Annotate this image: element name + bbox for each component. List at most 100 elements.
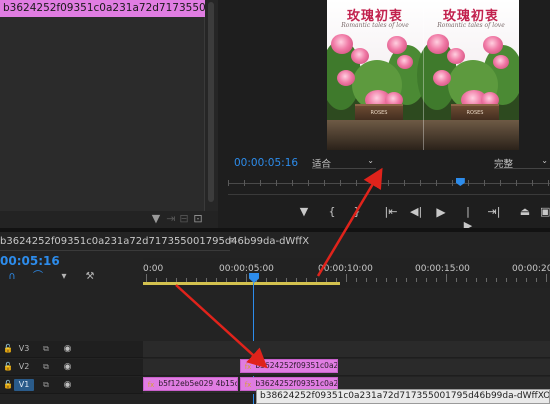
fit-select[interactable]: 适合 ⌄	[312, 156, 376, 170]
mark-out-icon[interactable]: }	[352, 205, 362, 219]
quality-select-value: 完整	[494, 159, 514, 170]
timeline-tick	[426, 278, 427, 282]
timeline-tick	[486, 278, 487, 282]
ruler-tick	[244, 180, 245, 186]
ruler-tick	[436, 180, 437, 186]
timeline-timecode[interactable]: 00:05:16	[0, 254, 60, 268]
fx-icon: fx	[244, 363, 252, 371]
sync-lock-icon[interactable]: ⧉	[42, 362, 50, 372]
ruler-tick	[372, 180, 373, 186]
quality-select[interactable]: 完整 ⌄	[494, 156, 550, 170]
sequence-tab[interactable]: b3624252f09351c0a231a72d717355001795d46b…	[0, 236, 309, 247]
automate-icon[interactable]: ⇥	[165, 213, 177, 225]
ruler-tick	[516, 180, 517, 186]
play-icon[interactable]: ▶	[435, 205, 447, 219]
fit-select-value: 适合	[312, 159, 332, 170]
timeline-tick	[356, 278, 357, 282]
monitor-ruler[interactable]	[228, 178, 550, 188]
new-item-icon[interactable]: ⊡	[192, 213, 204, 225]
mark-in-icon[interactable]: {	[327, 205, 337, 219]
timeline-tick	[506, 278, 507, 282]
timeline-tick	[466, 278, 467, 282]
sequence-tab-underline	[0, 250, 230, 251]
timeline-tick	[396, 278, 397, 282]
eye-icon[interactable]: ◉	[62, 344, 73, 354]
sync-lock-icon[interactable]: ⧉	[42, 380, 50, 390]
chevron-down-icon: ⌄	[367, 156, 374, 165]
go-to-in-icon[interactable]: |⇤	[384, 205, 398, 219]
timeline-tick	[476, 278, 477, 282]
ruler-tick	[404, 180, 405, 186]
track-name[interactable]: V3	[14, 343, 34, 355]
track-name[interactable]: V2	[14, 361, 34, 373]
nest-toggle-icon[interactable]: ∩	[6, 271, 18, 283]
clip-v1-left[interactable]: fx b5f12eb5e029 4b15c883	[143, 377, 238, 391]
timeline-tick	[246, 274, 247, 282]
ruler-tick	[324, 180, 325, 186]
snap-icon[interactable]: ⌒	[32, 271, 44, 283]
ruler-tick	[532, 180, 533, 186]
monitor-timecode[interactable]: 00:00:05:16	[234, 157, 298, 169]
export-frame-icon[interactable]: ▣	[540, 205, 550, 219]
timeline-tick	[456, 278, 457, 282]
ruler-tick	[308, 180, 309, 186]
eye-icon[interactable]: ◉	[62, 380, 73, 390]
chevron-down-icon: ⌄	[541, 156, 548, 165]
track-header-v1[interactable]: 🔓 V1 ⧉ ◉	[0, 377, 143, 394]
track-name[interactable]: V1	[14, 379, 34, 391]
project-clip-item[interactable]: b3624252f09351c0a231a72d717355001795d46b…	[0, 0, 205, 17]
ruler-tick	[484, 180, 485, 186]
track-header-v3[interactable]: 🔓 V3 ⧉ ◉	[0, 341, 143, 358]
project-scrollbar-thumb[interactable]	[208, 2, 214, 202]
wrench-icon[interactable]: ⚒	[84, 271, 96, 283]
work-area-bar[interactable]	[143, 282, 340, 285]
project-list[interactable]	[0, 0, 205, 211]
fx-icon: fx	[147, 381, 155, 389]
go-to-out-icon[interactable]: ⇥|	[487, 205, 501, 219]
timeline-tick	[546, 274, 547, 282]
clip-tooltip: b38624252f09351c0a231a72d717355001795d46…	[256, 389, 550, 404]
lock-icon[interactable]: 🔓	[3, 380, 13, 390]
clip-label: b3624252f09351c0a2	[255, 379, 338, 388]
add-marker-icon[interactable]: ▾	[58, 271, 70, 283]
track-header-v2[interactable]: 🔓 V2 ⧉ ◉	[0, 359, 143, 376]
timeline-tick	[406, 278, 407, 282]
ruler-tick	[388, 180, 389, 186]
ruler-tick	[292, 180, 293, 186]
monitor-zoom-scrollbar[interactable]	[228, 192, 550, 197]
lock-icon[interactable]: 🔓	[3, 344, 13, 354]
timeline-tick	[366, 278, 367, 282]
add-marker-icon[interactable]: ▼	[299, 205, 309, 219]
video-subtitle-right: Romantic tales of love	[437, 22, 505, 29]
ruler-tick	[276, 180, 277, 186]
track-lane-v2[interactable]	[143, 359, 550, 376]
ruler-tick	[452, 180, 453, 186]
timeline-tick	[526, 278, 527, 282]
ruler-label: 00:00:15:00	[415, 264, 470, 274]
sync-lock-icon[interactable]: ⧉	[42, 344, 50, 354]
timeline-tick	[496, 278, 497, 282]
filter-icon[interactable]: ▼	[150, 213, 162, 225]
step-forward-icon[interactable]: |▶	[462, 205, 474, 232]
lift-icon[interactable]: ⏏	[518, 205, 532, 219]
video-subtitle-left: Romantic tales of love	[341, 22, 409, 29]
track-lane-v3[interactable]	[143, 341, 550, 358]
fx-icon: fx	[244, 381, 252, 389]
ruler-tick	[420, 180, 421, 186]
timeline-tick	[416, 278, 417, 282]
lock-icon[interactable]: 🔓	[3, 362, 13, 372]
video-preview: 玫瑰初衷 Romantic tales of love 玫瑰初衷 Romanti…	[327, 0, 519, 150]
clip-v2[interactable]: fx b3624252f09351c0a23	[240, 359, 338, 373]
ruler-tick	[468, 180, 469, 186]
step-back-icon[interactable]: ◀|	[410, 205, 422, 219]
ruler-label: 00:00:20:0	[512, 264, 550, 274]
eye-icon[interactable]: ◉	[62, 362, 73, 372]
sequence-menu-icon[interactable]: ≡	[228, 236, 236, 246]
ruler-tick	[356, 180, 357, 186]
timeline-tick	[516, 278, 517, 282]
timeline-tick	[446, 274, 447, 282]
timeline-tick	[346, 274, 347, 282]
find-icon[interactable]: ⊟	[178, 213, 190, 225]
timeline-tick	[376, 278, 377, 282]
ruler-tick	[340, 180, 341, 186]
